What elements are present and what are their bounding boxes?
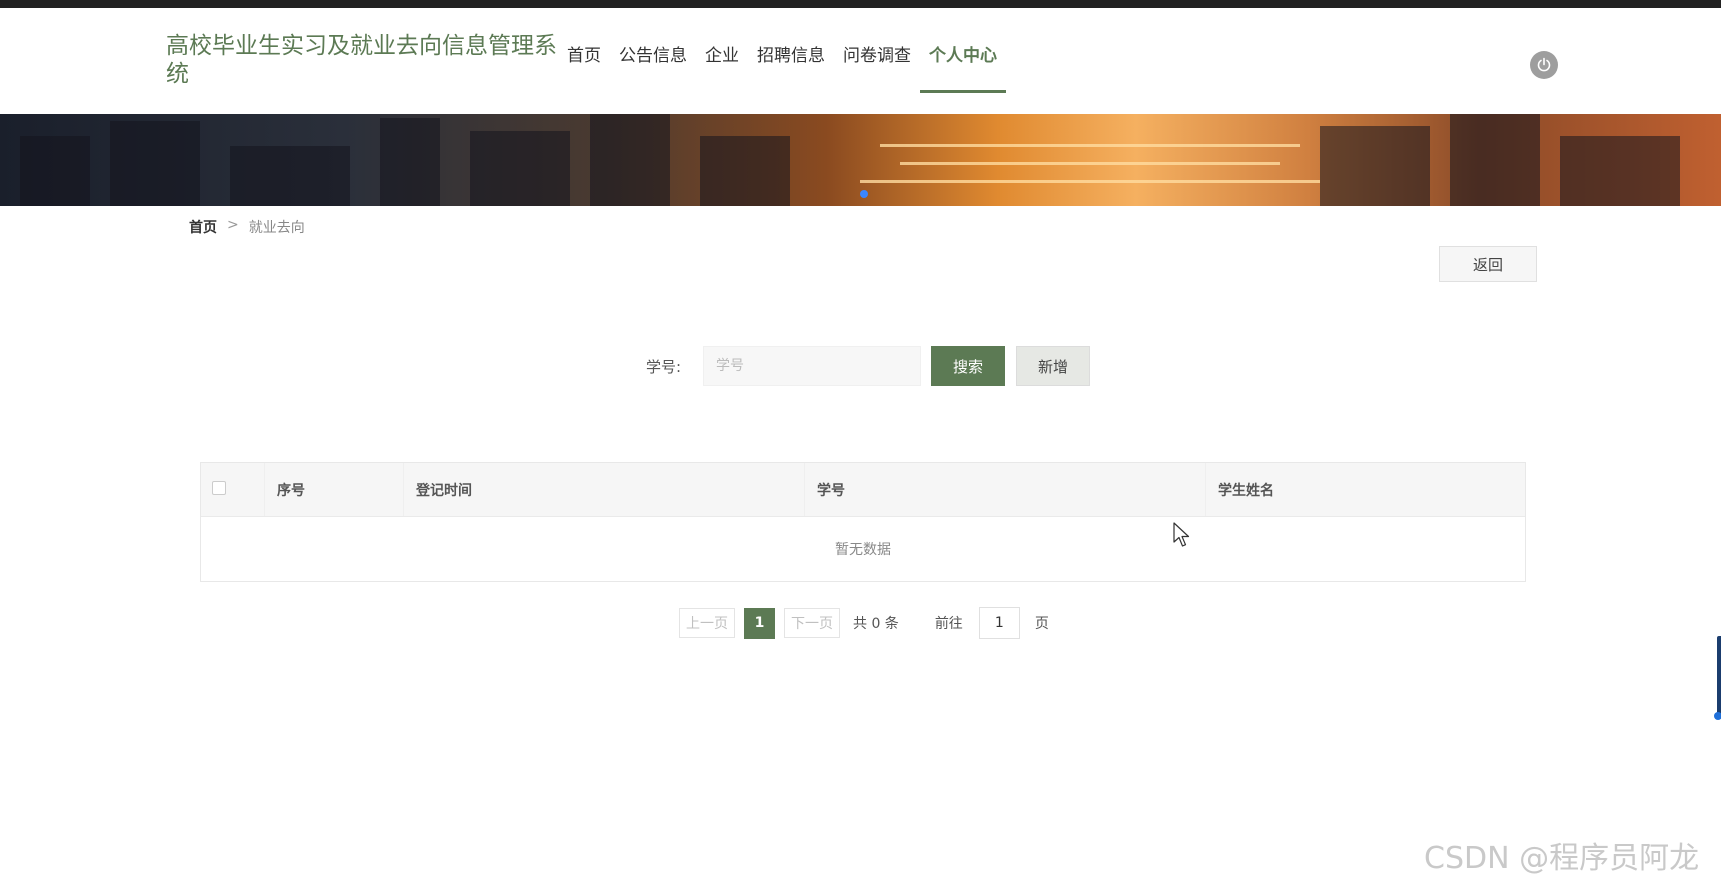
prev-page-button[interactable]: 上一页 (679, 608, 735, 638)
select-all-checkbox[interactable] (212, 481, 226, 495)
student-id-label: 学号: (646, 357, 682, 376)
breadcrumb: 首页 > 就业去向 (189, 217, 305, 237)
search-bar: 学号: 搜索 新增 (646, 346, 1090, 386)
student-id-input[interactable] (703, 346, 921, 386)
table-body: 暂无数据 (201, 517, 1525, 581)
nav-item-home[interactable]: 首页 (558, 46, 610, 86)
nav-item-survey[interactable]: 问卷调查 (834, 46, 920, 86)
goto-label: 前往 (934, 616, 963, 632)
back-button[interactable]: 返回 (1439, 246, 1537, 282)
power-icon (1537, 57, 1551, 72)
top-bar (0, 0, 1721, 8)
site-header: 高校毕业生实习及就业去向信息管理系统 首页 公告信息 企业 招聘信息 问卷调查 … (0, 8, 1721, 114)
pagination: 上一页 1 下一页 共 0 条 前往 页 (679, 607, 1049, 639)
carousel-indicator[interactable] (860, 190, 868, 198)
select-all-cell (201, 463, 265, 516)
breadcrumb-current: 就业去向 (248, 220, 305, 236)
breadcrumb-home[interactable]: 首页 (189, 217, 217, 237)
side-scroll-handle[interactable] (1714, 636, 1721, 720)
column-header-student-id[interactable]: 学号 (805, 463, 1206, 516)
search-button[interactable]: 搜索 (931, 346, 1005, 386)
data-table: 序号 登记时间 学号 学生姓名 暂无数据 (200, 462, 1526, 582)
column-header-index[interactable]: 序号 (265, 463, 404, 516)
mouse-cursor-icon (1173, 522, 1190, 547)
page-suffix: 页 (1034, 616, 1049, 632)
nav-item-personal-center[interactable]: 个人中心 (920, 46, 1006, 93)
page-number-1[interactable]: 1 (744, 607, 775, 639)
breadcrumb-separator: > (227, 217, 239, 233)
nav-item-announcements[interactable]: 公告信息 (610, 46, 696, 86)
main-nav: 首页 公告信息 企业 招聘信息 问卷调查 个人中心 (558, 46, 1006, 93)
nav-item-companies[interactable]: 企业 (696, 46, 748, 86)
total-count: 共 0 条 (853, 616, 899, 632)
site-title: 高校毕业生实习及就业去向信息管理系统 (166, 33, 557, 87)
column-header-student-name[interactable]: 学生姓名 (1206, 463, 1525, 516)
add-button[interactable]: 新增 (1016, 346, 1090, 386)
nav-item-recruitment[interactable]: 招聘信息 (748, 46, 834, 86)
table-header: 序号 登记时间 学号 学生姓名 (201, 463, 1525, 517)
logout-button[interactable] (1530, 51, 1558, 79)
empty-state-text: 暂无数据 (835, 542, 891, 558)
column-header-register-time[interactable]: 登记时间 (404, 463, 805, 516)
goto-page-input[interactable] (978, 607, 1020, 639)
watermark: CSDN @程序员阿龙 (1424, 841, 1700, 876)
next-page-button[interactable]: 下一页 (784, 608, 840, 638)
